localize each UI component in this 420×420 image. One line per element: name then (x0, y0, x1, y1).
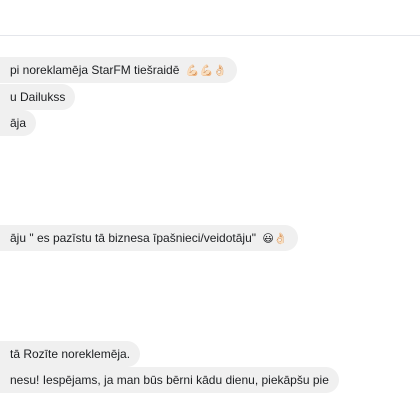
message-text-5: tā Rozīte noreklemēja. (10, 347, 131, 361)
message-text-3: āja (10, 116, 27, 130)
message-bubble-3[interactable]: āja (0, 110, 37, 136)
message-bubble-2[interactable]: u Dailukss (0, 84, 76, 110)
message-text-1: pi noreklamēja StarFM tiešraidē (10, 63, 180, 77)
message-bubble-1[interactable]: pi noreklamēja StarFM tiešraidē 💪🏻💪🏻👌🏻 (0, 57, 237, 83)
reaction-emoji-4: 😃👌🏻 (262, 232, 288, 245)
message-bubble-6[interactable]: nesu! Iespējams, ja man būs bērni kādu d… (0, 367, 339, 393)
message-text-4: āju " es pazīstu tā biznesa īpašnieci/ve… (10, 231, 256, 245)
chat-view: pi noreklamēja StarFM tiešraidē 💪🏻💪🏻👌🏻 u… (0, 0, 420, 420)
message-text-6: nesu! Iespējams, ja man būs bērni kādu d… (10, 373, 329, 387)
header-divider (0, 35, 420, 36)
message-text-2: u Dailukss (10, 90, 66, 104)
message-bubble-4[interactable]: āju " es pazīstu tā biznesa īpašnieci/ve… (0, 225, 298, 251)
message-bubble-5[interactable]: tā Rozīte noreklemēja. (0, 341, 141, 367)
reaction-emoji-1: 💪🏻💪🏻👌🏻 (185, 64, 227, 77)
